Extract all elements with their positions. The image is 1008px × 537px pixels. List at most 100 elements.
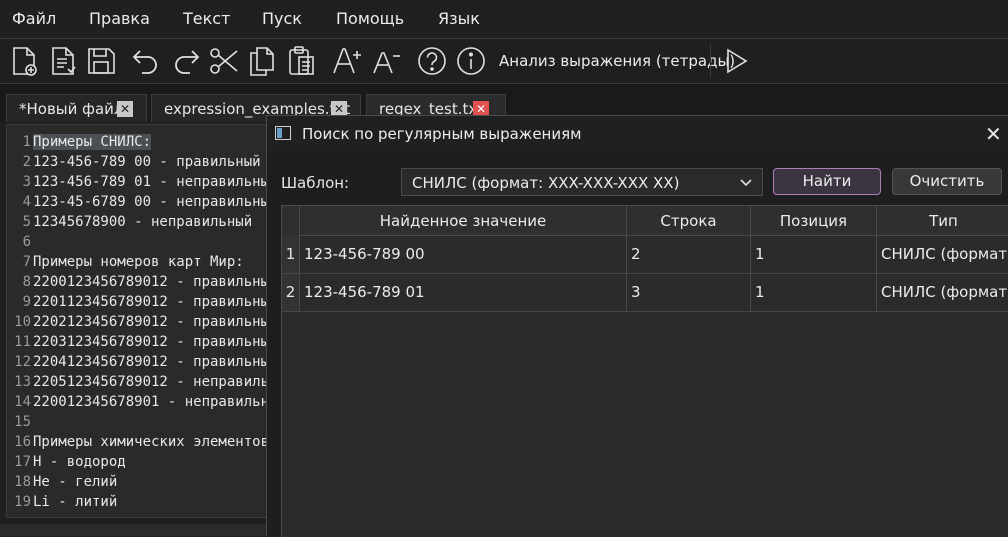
code-line[interactable]: Li - литий [33, 492, 275, 512]
code-line[interactable]: 12345678900 - неправильный [33, 212, 275, 232]
code-line-text: 2201123456789012 - правильный [33, 294, 276, 310]
code-line-text: 2204123456789012 - правильный [33, 354, 276, 370]
code-line[interactable]: 2202123456789012 - правильный [33, 312, 275, 332]
results-table: Найденное значение Строка Позиция Тип 1 … [281, 205, 1008, 537]
line-number: 4 [22, 194, 31, 210]
dialog-titlebar: Поиск по регулярным выражениям ✕ [267, 116, 1008, 152]
code-line-text: 12345678900 - неправильный [33, 214, 253, 230]
new-from-template-icon[interactable] [47, 45, 79, 77]
code-line[interactable]: 220012345678901 - неправильный [33, 392, 276, 412]
cell-type[interactable]: СНИЛС (формат: XXX-XXX-XXX XX) [877, 236, 1008, 273]
code-line[interactable]: 123-45-6789 00 - неправильный [33, 192, 275, 212]
code-editor[interactable]: 1 2 3 4 5 6 7 8 9 10 11 12 13 14 15 16 17 18 19 Примеры СН… [6, 124, 276, 518]
redo-icon[interactable] [170, 45, 202, 77]
code-line-text: Li - литий [33, 494, 118, 510]
copy-icon[interactable] [246, 45, 278, 77]
paste-icon[interactable] [285, 45, 317, 77]
code-line[interactable]: Примеры номеров карт Мир: [33, 252, 275, 272]
regex-search-dialog: Поиск по регулярным выражениям ✕ Шаблон:… [266, 115, 1008, 537]
table-row[interactable]: 1 123-456-789 00 2 1 СНИЛС (формат: XXX-… [282, 236, 1008, 274]
column-header-type[interactable]: Тип [877, 206, 1008, 236]
menu-bar: Файл Правка Текст Пуск Помощь Язык [0, 0, 1008, 38]
column-header-line[interactable]: Строка [627, 206, 751, 236]
code-line[interactable]: 2201123456789012 - правильный [33, 292, 276, 312]
menu-edit[interactable]: Правка [89, 9, 150, 28]
code-line[interactable]: 2203123456789012 - правильный [33, 332, 276, 352]
cell-line[interactable]: 3 [627, 274, 751, 311]
chevron-down-icon [740, 179, 752, 187]
menu-run[interactable]: Пуск [262, 9, 302, 28]
pattern-select[interactable]: СНИЛС (формат: XXX-XXX-XXX XX) [401, 168, 763, 196]
cut-icon[interactable] [208, 45, 240, 77]
code-line[interactable] [33, 412, 275, 432]
code-line-text: Примеры химических элементов: [33, 434, 276, 450]
find-button[interactable]: Найти [773, 168, 881, 195]
cell-position[interactable]: 1 [751, 274, 877, 311]
line-number: 7 [22, 254, 31, 270]
line-number: 16 [14, 434, 31, 450]
table-row[interactable]: 2 123-456-789 01 3 1 СНИЛС (формат: XXX-… [282, 274, 1008, 312]
cell-position[interactable]: 1 [751, 236, 877, 273]
toolbar-separator [710, 44, 711, 78]
line-number: 1 [22, 134, 31, 150]
editor-bottom-strip [0, 524, 270, 536]
line-number: 14 [14, 394, 31, 410]
help-icon[interactable] [416, 45, 448, 77]
cell-value[interactable]: 123-456-789 01 [300, 274, 627, 311]
font-increase-icon[interactable] [331, 45, 363, 77]
menu-file[interactable]: Файл [12, 9, 56, 28]
save-icon[interactable] [85, 45, 117, 77]
menu-text[interactable]: Текст [183, 9, 230, 28]
line-number: 8 [22, 274, 31, 290]
line-number: 12 [14, 354, 31, 370]
code-line[interactable]: 2204123456789012 - правильный [33, 352, 276, 372]
info-icon[interactable] [455, 45, 487, 77]
code-line[interactable]: 2205123456789012 - неправильный [33, 372, 275, 392]
code-line-text: Примеры СНИЛС: [33, 134, 152, 150]
table-header: Найденное значение Строка Позиция Тип [282, 206, 1008, 236]
line-number: 17 [14, 454, 31, 470]
column-header-value[interactable]: Найденное значение [300, 206, 627, 236]
analysis-button[interactable]: Анализ выражения (тетрады) [499, 52, 735, 70]
cell-line[interactable]: 2 [627, 236, 751, 273]
line-number: 10 [14, 314, 31, 330]
code-line-text: He - гелий [33, 474, 118, 490]
close-icon[interactable]: ✕ [985, 122, 1002, 146]
tab-new-file[interactable]: *Новый файл ✕ [6, 94, 147, 122]
code-line-text: Примеры номеров карт Мир: [33, 254, 244, 270]
code-line-text: 220012345678901 - неправильный [33, 394, 276, 410]
line-number: 5 [22, 214, 31, 230]
pattern-select-value: СНИЛС (формат: XXX-XXX-XXX XX) [412, 174, 680, 192]
toolbar: Анализ выражения (тетрады) [0, 39, 1008, 83]
cell-value[interactable]: 123-456-789 00 [300, 236, 627, 273]
line-number: 18 [14, 474, 31, 490]
line-number: 6 [22, 234, 31, 250]
close-icon[interactable]: ✕ [117, 101, 133, 117]
line-number: 15 [14, 414, 31, 430]
code-line-text: 123-456-789 01 - неправильный [33, 174, 276, 190]
undo-icon[interactable] [130, 45, 162, 77]
menu-language[interactable]: Язык [438, 9, 480, 28]
play-icon[interactable] [720, 45, 752, 77]
code-line[interactable]: Примеры химических элементов: [33, 432, 276, 452]
line-number-gutter: 1 2 3 4 5 6 7 8 9 10 11 12 13 14 15 16 17 18 19 [7, 132, 31, 512]
menu-help[interactable]: Помощь [336, 9, 404, 28]
line-number: 3 [22, 174, 31, 190]
new-file-icon[interactable] [8, 45, 40, 77]
column-header-position[interactable]: Позиция [751, 206, 877, 236]
clear-button[interactable]: Очистить [892, 168, 1002, 195]
font-decrease-icon[interactable] [370, 45, 402, 77]
code-line[interactable]: Примеры СНИЛС: [33, 132, 275, 152]
line-number: 9 [22, 294, 31, 310]
code-line[interactable]: 2200123456789012 - правильный [33, 272, 275, 292]
code-line-text: 2203123456789012 - правильный [33, 334, 276, 350]
code-line[interactable]: 123-456-789 00 - правильный [33, 152, 275, 172]
code-line[interactable]: He - гелий [33, 472, 275, 492]
cell-type[interactable]: СНИЛС (формат: XXX-XXX-XXX XX) [877, 274, 1008, 311]
code-line[interactable]: H - водород [33, 452, 275, 472]
code-line[interactable] [33, 232, 275, 252]
line-number: 11 [14, 334, 31, 350]
code-line[interactable]: 123-456-789 01 - неправильный [33, 172, 276, 192]
tab-label: *Новый файл [19, 100, 124, 118]
editor-text[interactable]: Примеры СНИЛС: 123-456-789 00 - правильны… [33, 132, 276, 512]
